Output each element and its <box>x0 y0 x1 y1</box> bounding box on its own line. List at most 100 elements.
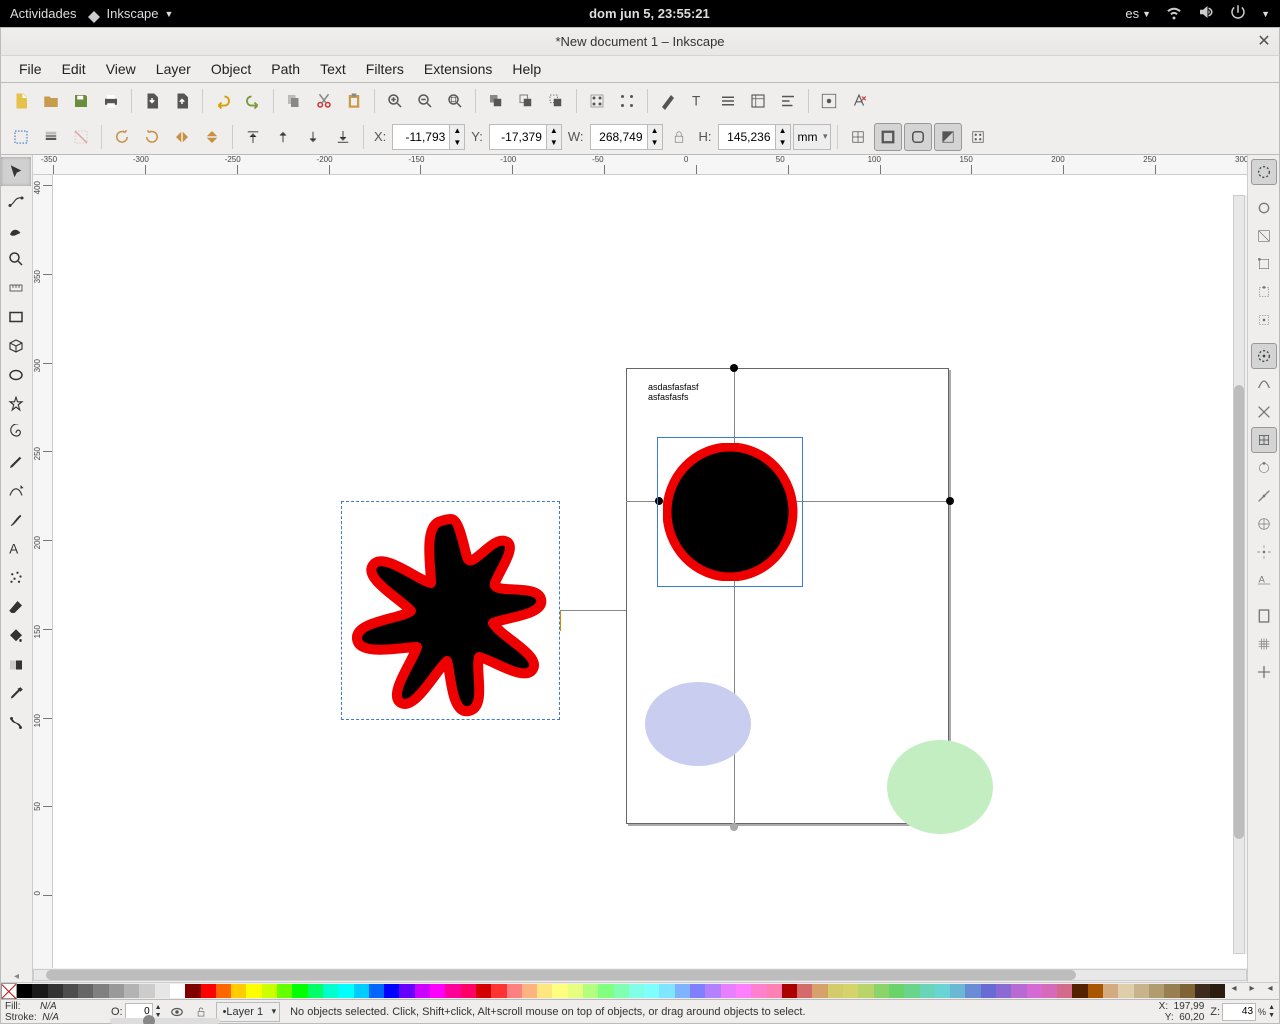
lock-aspect-button[interactable] <box>665 123 693 151</box>
color-swatch[interactable] <box>797 984 812 998</box>
zoom-out-button[interactable] <box>411 87 439 115</box>
dropper-tool[interactable] <box>1 679 31 708</box>
snap-bbox-button[interactable] <box>1251 195 1277 221</box>
spin-down-icon[interactable]: ▼ <box>450 137 464 149</box>
zoom-fit-button[interactable] <box>441 87 469 115</box>
color-swatch[interactable] <box>1103 984 1118 998</box>
color-swatch[interactable] <box>721 984 736 998</box>
color-swatch[interactable] <box>48 984 63 998</box>
flip-horizontal-button[interactable] <box>168 123 196 151</box>
zoom-control[interactable]: Z: % ▲ ▼ <box>1210 1003 1275 1021</box>
snap-enable-button[interactable] <box>1251 159 1277 185</box>
star-shape[interactable] <box>341 501 561 721</box>
color-swatch[interactable] <box>1057 984 1072 998</box>
gradient-tool[interactable] <box>1 650 31 679</box>
spin-up-icon[interactable]: ▲ <box>648 125 662 137</box>
color-swatch[interactable] <box>32 984 47 998</box>
color-swatch[interactable] <box>1027 984 1042 998</box>
layers-dialog-button[interactable] <box>714 87 742 115</box>
color-swatch[interactable] <box>1210 984 1225 998</box>
window-close-button[interactable]: ✕ <box>1255 31 1273 49</box>
keyboard-layout-indicator[interactable]: es ▼ <box>1125 6 1151 21</box>
save-button[interactable] <box>67 87 95 115</box>
ellipse-shape[interactable] <box>885 737 995 837</box>
snap-smooth-node-button[interactable] <box>1251 455 1277 481</box>
chevron-down-icon[interactable]: ▼ <box>1261 9 1270 19</box>
snap-page-border-button[interactable] <box>1251 603 1277 629</box>
color-swatch[interactable] <box>568 984 583 998</box>
color-swatch[interactable] <box>369 984 384 998</box>
color-swatch[interactable] <box>614 984 629 998</box>
snap-grid-button[interactable] <box>1251 631 1277 657</box>
horizontal-scrollbar[interactable] <box>33 968 1247 982</box>
color-swatch[interactable] <box>812 984 827 998</box>
color-swatch[interactable] <box>690 984 705 998</box>
zoom-in-button[interactable] <box>381 87 409 115</box>
color-swatch[interactable] <box>277 984 292 998</box>
deselect-button[interactable] <box>67 123 95 151</box>
color-swatch[interactable] <box>1149 984 1164 998</box>
color-swatch[interactable] <box>170 984 185 998</box>
document-properties-button[interactable] <box>845 87 873 115</box>
color-swatch[interactable] <box>920 984 935 998</box>
color-swatch[interactable] <box>767 984 782 998</box>
color-swatch[interactable] <box>17 984 32 998</box>
color-swatch[interactable] <box>1042 984 1057 998</box>
palette-scroll-right[interactable]: ▸ <box>1243 983 1261 999</box>
export-button[interactable] <box>168 87 196 115</box>
palette-scroll-left[interactable]: ◂ <box>1225 983 1243 999</box>
color-swatch[interactable] <box>109 984 124 998</box>
spin-up-icon[interactable]: ▲ <box>450 125 464 137</box>
color-swatch[interactable] <box>78 984 93 998</box>
h-input[interactable] <box>718 124 776 150</box>
color-swatch[interactable] <box>124 984 139 998</box>
clone-button[interactable] <box>512 87 540 115</box>
guide-pin-icon[interactable] <box>946 497 954 505</box>
circle-shape[interactable] <box>663 443 798 581</box>
color-swatch[interactable] <box>782 984 797 998</box>
affect-gradient-button[interactable] <box>934 123 962 151</box>
color-swatch[interactable] <box>889 984 904 998</box>
duplicate-button[interactable] <box>482 87 510 115</box>
spin-up-icon[interactable]: ▲ <box>155 1004 162 1012</box>
connector-tool[interactable] <box>1 708 31 737</box>
w-spinbox[interactable]: ▲▼ <box>590 123 663 151</box>
snap-bbox-center-button[interactable] <box>1251 307 1277 333</box>
paint-bucket-tool[interactable] <box>1 621 31 650</box>
volume-icon[interactable] <box>1197 3 1215 24</box>
preferences-button[interactable] <box>815 87 843 115</box>
color-swatch[interactable] <box>1072 984 1087 998</box>
menu-layer[interactable]: Layer <box>146 57 201 81</box>
rectangle-tool[interactable] <box>1 302 31 331</box>
color-swatch[interactable] <box>843 984 858 998</box>
tweak-tool[interactable] <box>1 215 31 244</box>
color-swatch[interactable] <box>430 984 445 998</box>
color-swatch[interactable] <box>1011 984 1026 998</box>
color-swatch[interactable] <box>629 984 644 998</box>
guide-pin-icon[interactable] <box>730 823 738 831</box>
layer-selector[interactable]: •Layer 1 <box>216 1002 281 1022</box>
color-swatch[interactable] <box>155 984 170 998</box>
color-swatch[interactable] <box>828 984 843 998</box>
xml-editor-button[interactable] <box>744 87 772 115</box>
bezier-tool[interactable] <box>1 476 31 505</box>
color-swatch[interactable] <box>537 984 552 998</box>
h-spinbox[interactable]: ▲▼ <box>718 123 791 151</box>
3dbox-tool[interactable] <box>1 331 31 360</box>
menu-object[interactable]: Object <box>201 57 261 81</box>
color-swatch[interactable] <box>1118 984 1133 998</box>
affect-pattern-button[interactable] <box>964 123 992 151</box>
selector-tool[interactable] <box>1 157 31 186</box>
unlink-clone-button[interactable] <box>542 87 570 115</box>
menu-path[interactable]: Path <box>261 57 310 81</box>
unit-selector[interactable]: mm <box>793 124 831 150</box>
snap-bbox-corner-button[interactable] <box>1251 251 1277 277</box>
y-spinbox[interactable]: ▲▼ <box>489 123 562 151</box>
open-button[interactable] <box>37 87 65 115</box>
snap-line-midpoint-button[interactable] <box>1251 483 1277 509</box>
zoom-tool[interactable] <box>1 244 31 273</box>
select-all-layers-button[interactable] <box>37 123 65 151</box>
color-swatch[interactable] <box>874 984 889 998</box>
eraser-tool[interactable] <box>1 592 31 621</box>
spin-down-icon[interactable]: ▼ <box>547 137 561 149</box>
